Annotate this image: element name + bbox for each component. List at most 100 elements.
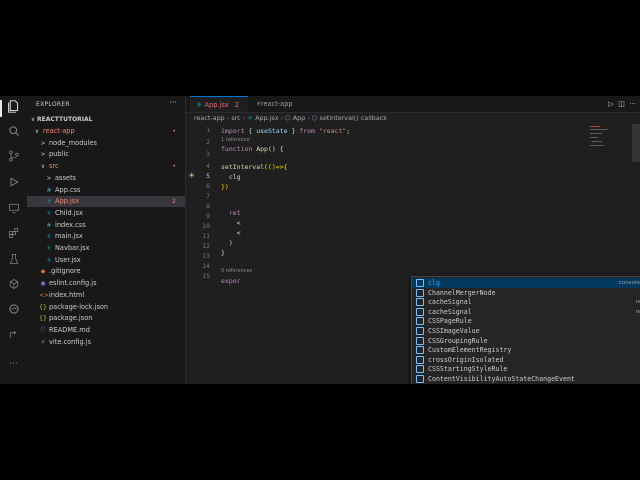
tree-item[interactable]: ⚛ Child.jsx <box>27 208 185 219</box>
breadcrumb-item[interactable]: react-app <box>194 114 225 122</box>
code-line: < <box>221 218 241 228</box>
remote-explorer-icon[interactable] <box>5 202 22 219</box>
search-icon[interactable] <box>5 125 22 142</box>
line-number: 3 <box>206 150 210 158</box>
breadcrumb-item[interactable]: src <box>231 114 240 122</box>
code-token: "react" <box>318 127 347 135</box>
suggest-widget[interactable]: clgconsoleLogChannelMergerNode cacheSigna… <box>411 276 640 384</box>
suggestion-item[interactable]: ChannelMergerNode <box>412 288 640 298</box>
tree-item[interactable]: ∨ src • <box>27 161 185 172</box>
suggestion-item[interactable]: crossOriginIsolated <box>412 355 640 365</box>
editor-area: ⚛ App.jsx 2 ⚡react-app ▷ ◫ ··· react-app… <box>186 96 640 384</box>
function-icon: ⬡ <box>311 114 320 122</box>
tree-item[interactable]: ⚡ vite.config.js <box>27 337 185 348</box>
function-icon: ⬡ <box>285 114 293 122</box>
tree-item[interactable]: > node_modules <box>27 138 185 149</box>
tree-item[interactable]: # index.css <box>27 220 185 231</box>
tree-item[interactable]: ⚛ main.jsx <box>27 231 185 242</box>
file-type-icon: {} <box>39 303 47 311</box>
tree-item[interactable]: > public <box>27 149 185 160</box>
suggestion-item[interactable]: clg consoleLog <box>412 278 640 288</box>
code-line: expor <box>221 276 241 286</box>
breadcrumb: react-app › src › ⚛ App.jsx › ⬡ App › ⬡ … <box>194 114 387 124</box>
code-lens[interactable]: 1 reference <box>221 137 250 143</box>
code-token: ret <box>221 209 241 217</box>
tree-item[interactable]: ◉ eslint.config.js <box>27 278 185 289</box>
suggestion-item[interactable]: ContentVisibilityAutoStateChangeEvent <box>412 374 640 384</box>
tree-item[interactable]: ◆ .gitignore <box>27 266 185 277</box>
code-line: setInterval(()=>{ <box>221 162 288 172</box>
tree-item[interactable]: {} package-lock.json <box>27 302 185 313</box>
explorer-more-button[interactable]: ··· <box>169 98 177 107</box>
code-token: (()=>{ <box>264 163 288 171</box>
run-debug-icon[interactable] <box>5 176 22 193</box>
line-number: 8 <box>206 202 210 210</box>
tree-item[interactable]: ∨ react-app • <box>27 126 185 137</box>
suggestion-label: clg <box>428 279 440 287</box>
suggestion-item[interactable]: cacheSignal react <box>412 297 640 307</box>
tab-label: react-app <box>260 100 293 108</box>
code-token: < <box>221 219 241 227</box>
file-type-icon: {} <box>39 315 47 323</box>
variable-icon <box>416 327 424 335</box>
tree-item[interactable]: ⓘ README.md <box>27 325 185 336</box>
tree-item[interactable]: <> index.html <box>27 290 185 301</box>
tab-bar: ⚛ App.jsx 2 ⚡react-app ▷ ◫ ··· <box>186 96 640 113</box>
suggestion-item[interactable]: CSSImageValue <box>412 326 640 336</box>
vertical-scrollbar[interactable] <box>632 124 640 162</box>
breadcrumb-item[interactable]: App.jsx <box>255 114 278 122</box>
variable-icon <box>416 365 424 374</box>
file-type-icon: ⚛ <box>46 233 52 241</box>
testing-icon[interactable] <box>5 253 22 270</box>
suggestion-item[interactable]: cacheSignal react <box>412 307 640 317</box>
lightbulb-icon[interactable]: ☀ <box>188 171 195 180</box>
project-header[interactable]: ∨ REACTTUTORIAL <box>27 114 185 125</box>
suggestion-item[interactable]: CustomElementRegistry <box>412 345 640 355</box>
code-token: { <box>244 127 257 135</box>
tree-item[interactable]: {} package.json <box>27 313 185 324</box>
code-token: import <box>221 127 245 135</box>
tree-item[interactable]: > assets <box>27 173 185 184</box>
code-lens[interactable]: 0 references <box>221 268 252 274</box>
variable-icon <box>416 298 424 307</box>
more-icon[interactable]: ··· <box>5 354 22 371</box>
source-control-icon[interactable] <box>5 150 22 167</box>
split-editor-icon[interactable]: ◫ <box>618 100 625 108</box>
line-number: 7 <box>206 192 210 200</box>
suggestion-item[interactable]: CSSPageRule <box>412 316 640 326</box>
tree-item-label: Child.jsx <box>55 208 83 217</box>
run-icon[interactable]: ▷ <box>608 100 613 108</box>
tree-item[interactable]: ⚛ User.jsx <box>27 255 185 266</box>
tree-item-label: node_modules <box>49 138 97 147</box>
tree-item[interactable]: ⚛ App.jsx 2 <box>27 196 185 208</box>
docker-icon[interactable] <box>5 278 22 295</box>
tab-problem-count: 2 <box>234 101 239 109</box>
code-token: useState <box>256 127 288 135</box>
breadcrumb-item[interactable]: App <box>293 114 306 122</box>
tab-react-app[interactable]: ⚡react-app <box>250 96 310 112</box>
more-actions-icon[interactable]: ··· <box>629 100 636 108</box>
line-number: 12 <box>202 242 210 250</box>
suggestion-label: crossOriginIsolated <box>428 355 504 364</box>
live-share-icon[interactable] <box>5 329 22 346</box>
suggestion-label: ChannelMergerNode <box>428 288 496 297</box>
breadcrumb-item[interactable]: setInterval() callback <box>320 114 387 122</box>
suggestion-label: ContentVisibilityAutoStateChangeEvent <box>428 375 575 383</box>
chevron-right-icon: > <box>46 174 52 182</box>
suggestion-label: cacheSignal <box>428 307 472 316</box>
tree-item[interactable]: # App.css <box>27 185 185 196</box>
extensions-icon[interactable] <box>5 227 22 244</box>
explorer-icon[interactable] <box>5 100 22 117</box>
suggestion-item[interactable]: CSSStartingStyleRule <box>412 364 640 374</box>
tab-app-jsx[interactable]: ⚛ App.jsx 2 <box>190 96 248 112</box>
suggestion-detail: react <box>635 308 640 315</box>
chevron-right-icon: > <box>40 139 46 147</box>
file-type-icon: ◉ <box>40 280 46 288</box>
react-icon: ⚛ <box>247 114 256 122</box>
chevron-down-icon: ∨ <box>30 116 36 123</box>
chevron-down-icon: ∨ <box>40 163 46 171</box>
edge-devtools-icon[interactable] <box>5 303 22 320</box>
suggestion-item[interactable]: CSSGroupingRule <box>412 336 640 346</box>
minimap-line <box>590 133 602 134</box>
tree-item[interactable]: ⚛ Navbar.jsx <box>27 243 185 254</box>
